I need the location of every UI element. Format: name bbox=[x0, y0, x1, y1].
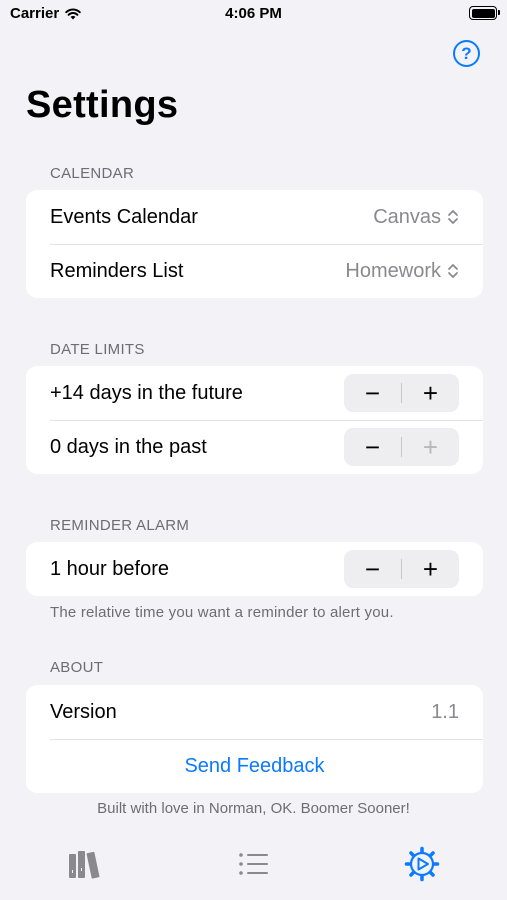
past-days-row: 0 days in the past − + bbox=[26, 420, 483, 474]
reminders-list-value: Homework bbox=[345, 259, 441, 282]
about-card: Version 1.1 Send Feedback bbox=[26, 685, 483, 793]
tab-bar bbox=[0, 832, 507, 900]
section-header-about: ABOUT bbox=[50, 659, 104, 676]
reminder-alarm-footer: The relative time you want a reminder to… bbox=[50, 604, 394, 621]
calendar-card: Events Calendar Canvas Reminders List Ho… bbox=[26, 190, 483, 298]
chevron-up-down-icon bbox=[448, 264, 458, 278]
tab-books[interactable] bbox=[65, 846, 105, 882]
events-calendar-value: Canvas bbox=[373, 205, 441, 228]
past-days-increment-button[interactable]: + bbox=[402, 428, 459, 466]
books-icon bbox=[69, 851, 100, 879]
future-days-row: +14 days in the future − + bbox=[26, 366, 483, 420]
reminder-alarm-increment-button[interactable]: + bbox=[402, 550, 459, 588]
reminder-alarm-row: 1 hour before − + bbox=[26, 542, 483, 596]
tab-settings[interactable] bbox=[402, 846, 442, 882]
reminder-alarm-decrement-button[interactable]: − bbox=[344, 550, 401, 588]
events-calendar-label: Events Calendar bbox=[50, 205, 198, 228]
reminder-alarm-card: 1 hour before − + bbox=[26, 542, 483, 596]
send-feedback-button[interactable]: Send Feedback bbox=[26, 739, 483, 793]
send-feedback-label: Send Feedback bbox=[184, 754, 325, 777]
chevron-up-down-icon bbox=[448, 210, 458, 224]
section-header-reminder-alarm: REMINDER ALARM bbox=[50, 517, 190, 534]
reminders-list-label: Reminders List bbox=[50, 259, 184, 282]
version-row: Version 1.1 bbox=[26, 685, 483, 739]
date-limits-card: +14 days in the future − + 0 days in the… bbox=[26, 366, 483, 474]
section-header-calendar: CALENDAR bbox=[50, 165, 135, 182]
reminder-alarm-stepper[interactable]: − + bbox=[344, 550, 459, 588]
question-circle-icon: ? bbox=[461, 44, 472, 63]
list-icon bbox=[239, 853, 268, 875]
future-days-stepper[interactable]: − + bbox=[344, 374, 459, 412]
page-title: Settings bbox=[26, 84, 179, 126]
reminders-list-picker[interactable]: Homework bbox=[345, 260, 459, 283]
past-days-label: 0 days in the past bbox=[50, 435, 207, 458]
gear-play-icon bbox=[404, 846, 440, 882]
past-days-decrement-button[interactable]: − bbox=[344, 428, 401, 466]
help-button[interactable]: ? bbox=[453, 40, 480, 67]
tab-list[interactable] bbox=[234, 846, 274, 882]
future-days-increment-button[interactable]: + bbox=[402, 374, 459, 412]
past-days-stepper[interactable]: − + bbox=[344, 428, 459, 466]
built-with-love-note: Built with love in Norman, OK. Boomer So… bbox=[97, 800, 410, 817]
version-label: Version bbox=[50, 700, 117, 723]
battery-icon bbox=[469, 6, 500, 20]
reminders-list-row[interactable]: Reminders List Homework bbox=[26, 244, 483, 298]
events-calendar-picker[interactable]: Canvas bbox=[373, 206, 459, 229]
future-days-decrement-button[interactable]: − bbox=[344, 374, 401, 412]
reminder-alarm-label: 1 hour before bbox=[50, 557, 169, 580]
events-calendar-row[interactable]: Events Calendar Canvas bbox=[26, 190, 483, 244]
version-value: 1.1 bbox=[431, 700, 459, 723]
status-bar: Carrier 4:06 PM bbox=[0, 0, 507, 30]
future-days-label: +14 days in the future bbox=[50, 381, 243, 404]
status-time: 4:06 PM bbox=[225, 5, 282, 22]
section-header-date-limits: DATE LIMITS bbox=[50, 341, 145, 358]
